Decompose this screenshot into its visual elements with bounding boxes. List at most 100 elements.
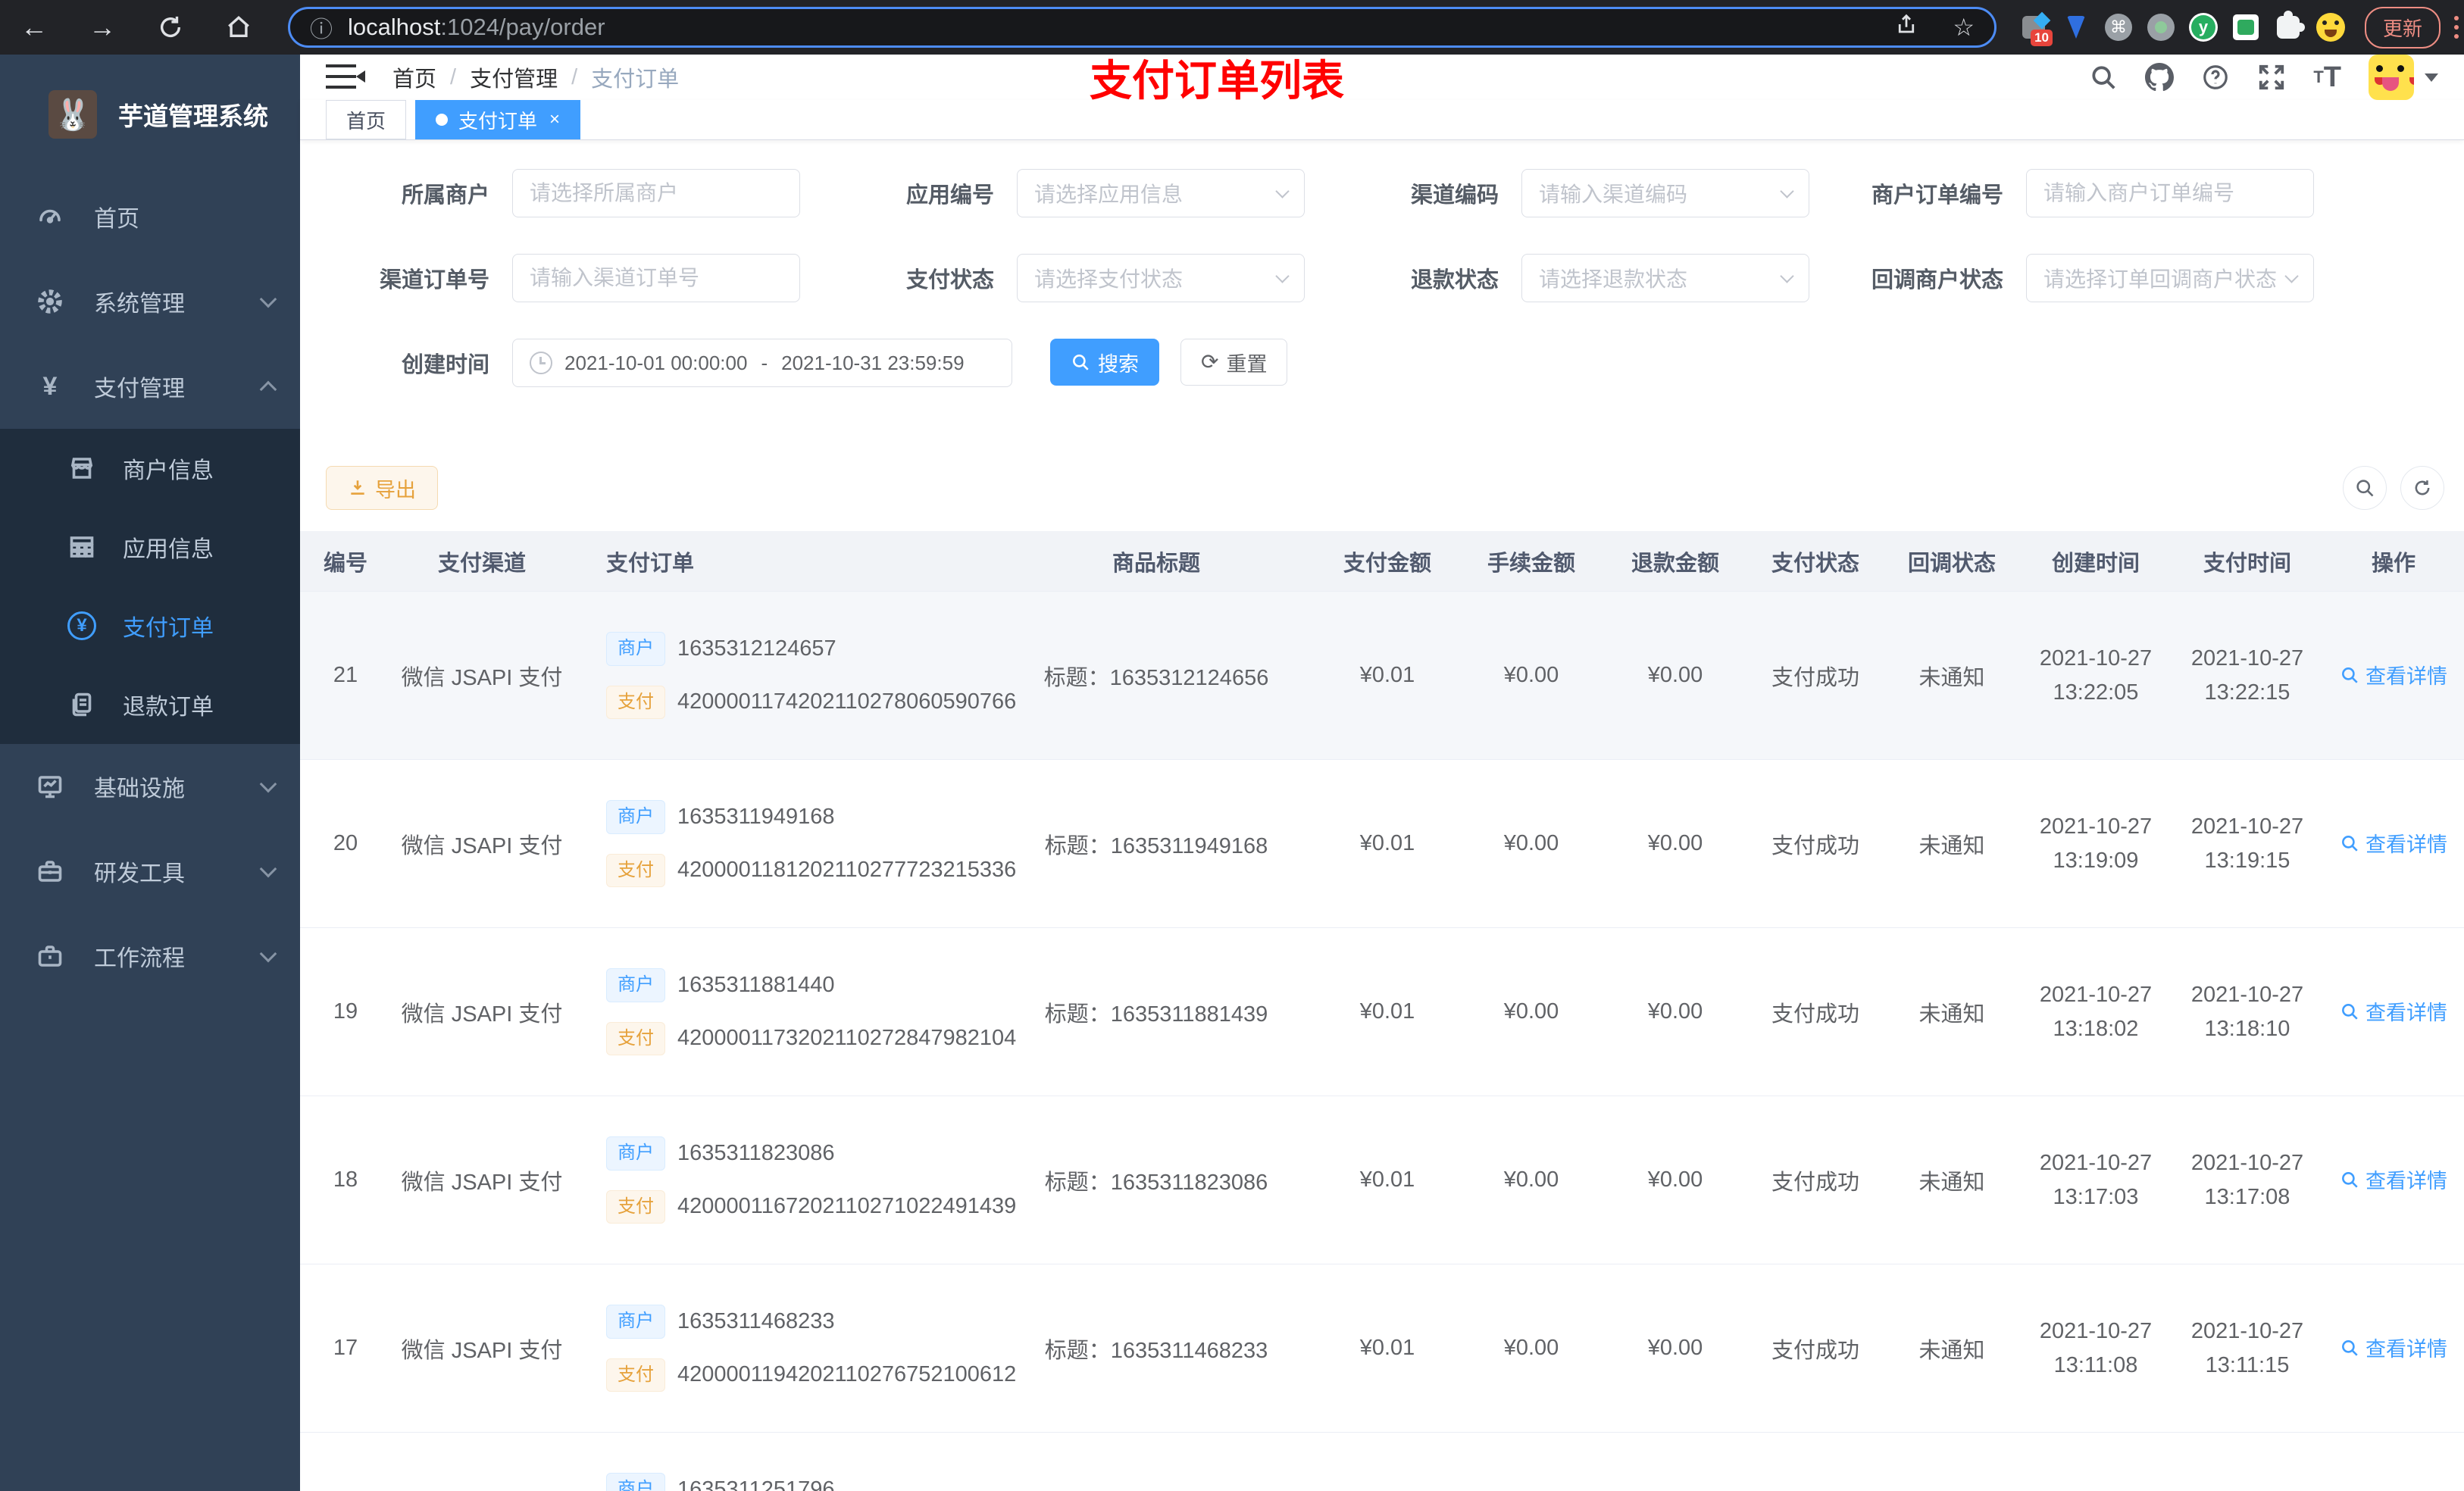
extension-y-icon[interactable]: y — [2187, 11, 2219, 43]
yen-circle-icon: ¥ — [65, 609, 98, 642]
table-row: 商户 1635311251796 支付 — [300, 1433, 2464, 1491]
address-bar[interactable]: ⓘ localhost:1024/pay/order ☆ — [288, 7, 1997, 48]
breadcrumb-pay[interactable]: 支付管理 — [470, 61, 558, 93]
search-button[interactable]: 搜索 — [1050, 339, 1159, 386]
tab-home[interactable]: 首页 — [326, 100, 407, 139]
pay-channel: 微信 JSAPI 支付 — [401, 665, 563, 690]
notify-status: 未通知 — [1918, 665, 1985, 690]
pay-amount: ¥0.01 — [1359, 663, 1415, 687]
reset-button[interactable]: ⟳ 重置 — [1180, 339, 1288, 386]
view-detail-link[interactable]: 查看详情 — [2340, 1333, 2447, 1362]
sidebar-item-refund-order[interactable]: 退款订单 — [0, 665, 300, 744]
merchant-tag: 商户 — [606, 1304, 665, 1339]
extension-emoji-icon[interactable] — [2315, 11, 2347, 43]
magnifier-icon — [2342, 1003, 2358, 1020]
extension-puzzle-icon[interactable] — [2272, 11, 2305, 43]
extension-command-icon[interactable]: ⌘ — [2103, 11, 2134, 43]
actions-cell: 查看详情 — [2323, 996, 2464, 1027]
tab-close-icon[interactable]: × — [549, 109, 560, 130]
pay-amount: ¥0.01 — [1359, 1167, 1415, 1192]
view-detail-link[interactable]: 查看详情 — [2340, 1164, 2447, 1194]
grid-table-icon — [65, 530, 98, 564]
pay-status-select[interactable]: 请选择支付状态 — [1017, 254, 1305, 302]
view-detail-link[interactable]: 查看详情 — [2340, 828, 2447, 858]
refund-status-select[interactable]: 请选择退款状态 — [1521, 254, 1809, 302]
font-size-icon[interactable]: TT — [2313, 61, 2341, 94]
refresh-table-button[interactable] — [2400, 466, 2444, 510]
tab-pay-order[interactable]: 支付订单 × — [415, 100, 581, 139]
refund-amount: ¥0.00 — [1647, 1336, 1703, 1360]
pay-channel: 微信 JSAPI 支付 — [401, 1002, 563, 1027]
sidebar-item-pay[interactable]: ¥ 支付管理 — [0, 344, 300, 429]
sidebar-item-home[interactable]: 首页 — [0, 174, 300, 259]
refund-amount: ¥0.00 — [1647, 1167, 1703, 1192]
pay-tag: 支付 — [606, 1189, 665, 1224]
fullscreen-icon[interactable] — [2257, 63, 2286, 92]
notify-status-select[interactable]: 请选择订单回调商户状态 — [2026, 254, 2314, 302]
pay-order-cell: 商户 1635311468233 支付 42000011942021102767… — [573, 1304, 1016, 1393]
fee-amount: ¥0.00 — [1503, 999, 1559, 1024]
sidebar-item-pay-order[interactable]: ¥ 支付订单 — [0, 586, 300, 665]
browser-update-button[interactable]: 更新 — [2365, 6, 2441, 48]
sidebar-item-infra[interactable]: 基础设施 — [0, 744, 300, 829]
help-icon[interactable] — [2201, 63, 2230, 92]
search-icon[interactable] — [2089, 63, 2118, 92]
magnifier-icon — [2342, 1171, 2358, 1188]
table-row: 20 微信 JSAPI 支付 商户 1635311949168 支付 42000… — [300, 760, 2464, 928]
breadcrumb-home[interactable]: 首页 — [392, 61, 436, 93]
browser-forward-icon[interactable]: → — [83, 8, 121, 46]
sidebar-item-devtools[interactable]: 研发工具 — [0, 829, 300, 914]
channel-pay-no: 4200001174202110278060590766 — [677, 689, 1017, 714]
merchant-order-no: 1635311881440 — [677, 972, 835, 997]
pay-tag: 支付 — [606, 853, 665, 888]
filter-label-create-time: 创建时间 — [401, 353, 489, 377]
sidebar-item-app-info[interactable]: 应用信息 — [0, 508, 300, 586]
user-avatar[interactable] — [2369, 55, 2414, 100]
view-detail-link[interactable]: 查看详情 — [2340, 996, 2447, 1026]
filter-label-notify-status: 回调商户状态 — [1871, 268, 2003, 292]
channel-order-no-input[interactable] — [512, 254, 800, 302]
app-select[interactable]: 请选择应用信息 — [1017, 169, 1305, 217]
extension-kite-icon[interactable] — [2060, 11, 2092, 43]
sidebar-item-system[interactable]: 系统管理 — [0, 259, 300, 344]
github-icon[interactable] — [2145, 63, 2175, 92]
fee-amount: ¥0.00 — [1503, 1336, 1559, 1360]
merchant-order-no: 1635311251796 — [677, 1477, 835, 1491]
refresh-icon: ⟳ — [1201, 350, 1219, 374]
merchant-order-no-input[interactable] — [2026, 169, 2314, 217]
browser-home-icon[interactable] — [220, 8, 258, 46]
browser-reload-icon[interactable] — [152, 8, 189, 46]
site-info-icon[interactable]: ⓘ — [310, 11, 333, 44]
collapse-sidebar-icon[interactable] — [326, 63, 365, 92]
merchant-tag: 商户 — [606, 799, 665, 834]
sidebar-item-merchant-info[interactable]: 商户信息 — [0, 429, 300, 508]
bookmark-star-icon[interactable]: ☆ — [1953, 13, 1975, 42]
pay-order-cell: 商户 1635311823086 支付 42000011672021102710… — [573, 1136, 1016, 1224]
export-button[interactable]: 导出 — [326, 466, 438, 510]
filter-label-app: 应用编号 — [905, 183, 994, 208]
extension-chat-icon[interactable] — [2230, 11, 2262, 43]
notify-status: 未通知 — [1918, 1338, 1985, 1363]
browser-back-icon[interactable]: ← — [15, 8, 53, 46]
toolbox-icon — [33, 855, 67, 888]
pay-status: 支付成功 — [1771, 833, 1859, 858]
share-icon[interactable] — [1895, 13, 1918, 42]
create-time-range-picker[interactable]: 2021-10-01 00:00:00 - 2021-10-31 23:59:5… — [512, 339, 1012, 387]
sidebar-item-workflow[interactable]: 工作流程 — [0, 914, 300, 999]
avatar-caret-icon[interactable] — [2425, 73, 2438, 82]
browser-menu-icon[interactable] — [2454, 16, 2459, 39]
order-id: 19 — [333, 999, 358, 1024]
channel-code-select[interactable]: 请输入渠道编码 — [1521, 169, 1809, 217]
merchant-order-no: 1635311823086 — [677, 1140, 835, 1165]
merchant-order-no: 1635312124657 — [677, 636, 836, 661]
extension-recorder-icon[interactable] — [2145, 11, 2177, 43]
pay-order-cell: 商户 1635311251796 支付 — [573, 1472, 997, 1491]
order-id: 18 — [333, 1167, 358, 1192]
extension-tabs-icon[interactable]: 10 — [2018, 11, 2053, 46]
merchant-select[interactable] — [512, 169, 800, 217]
chevron-down-icon — [1275, 268, 1290, 283]
view-detail-link[interactable]: 查看详情 — [2340, 660, 2447, 689]
pay-channel: 微信 JSAPI 支付 — [401, 1170, 563, 1195]
toggle-search-button[interactable] — [2343, 466, 2387, 510]
notify-status: 未通知 — [1918, 833, 1985, 858]
